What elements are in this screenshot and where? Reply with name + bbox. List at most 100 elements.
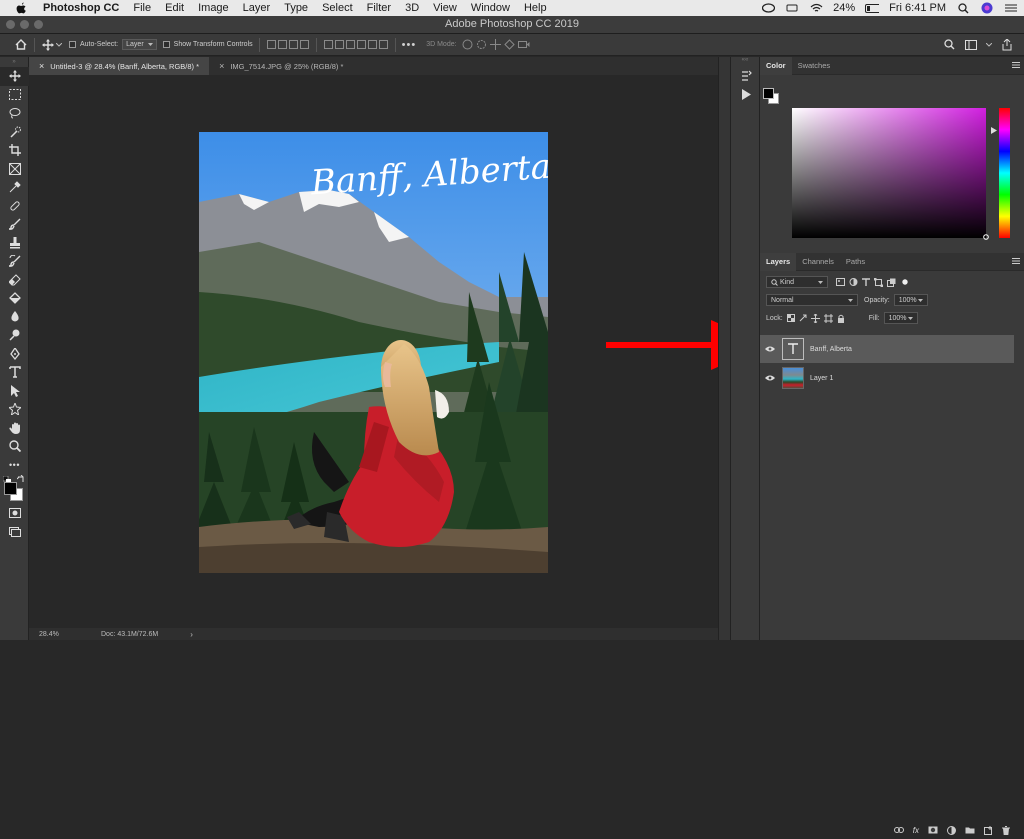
filter-toggle-icon[interactable] bbox=[902, 279, 908, 285]
lock-artboard-icon[interactable] bbox=[823, 313, 833, 323]
pen-tool-icon[interactable] bbox=[0, 345, 29, 364]
apple-icon[interactable] bbox=[14, 2, 28, 14]
menu-layer[interactable]: Layer bbox=[236, 0, 278, 16]
paint-bucket-tool-icon[interactable] bbox=[0, 289, 29, 308]
distribute-right-icon[interactable] bbox=[367, 40, 377, 49]
chevron-down-icon[interactable] bbox=[55, 38, 63, 52]
move-tool-icon[interactable] bbox=[0, 67, 29, 86]
auto-select-dropdown[interactable]: Layer bbox=[122, 39, 157, 50]
zoom-level[interactable]: 28.4% bbox=[39, 631, 79, 638]
brush-tool-icon[interactable] bbox=[0, 215, 29, 234]
menu-select[interactable]: Select bbox=[315, 0, 360, 16]
close-icon[interactable]: × bbox=[219, 61, 224, 71]
opacity-input[interactable]: 100% bbox=[893, 294, 928, 306]
adjustment-layer-icon[interactable] bbox=[947, 825, 956, 835]
quick-selection-tool-icon[interactable] bbox=[0, 123, 29, 142]
more-tools-icon[interactable]: ••• bbox=[0, 456, 29, 475]
lock-image-pixels-icon[interactable] bbox=[799, 314, 807, 322]
app-menu[interactable]: Photoshop CC bbox=[36, 0, 126, 16]
drive-icon[interactable] bbox=[785, 1, 799, 15]
hue-slider-marker-icon[interactable] bbox=[991, 127, 997, 134]
tab-untitled-3[interactable]: × Untitled-3 @ 28.4% (Banff, Alberta, RG… bbox=[29, 57, 210, 75]
marquee-tool-icon[interactable] bbox=[0, 86, 29, 105]
tab-paths[interactable]: Paths bbox=[840, 253, 871, 271]
menu-3d[interactable]: 3D bbox=[398, 0, 426, 16]
blur-tool-icon[interactable] bbox=[0, 308, 29, 327]
siri-icon[interactable] bbox=[980, 1, 994, 15]
close-icon[interactable]: × bbox=[39, 61, 44, 71]
distribute-horizontal-icon[interactable] bbox=[378, 40, 388, 49]
menu-view[interactable]: View bbox=[426, 0, 464, 16]
menu-window[interactable]: Window bbox=[464, 0, 517, 16]
hue-slider[interactable] bbox=[999, 108, 1010, 238]
link-layers-icon[interactable] bbox=[893, 827, 904, 833]
3d-roll-icon[interactable] bbox=[475, 38, 489, 52]
workspace-icon[interactable] bbox=[964, 38, 978, 52]
healing-brush-tool-icon[interactable] bbox=[0, 197, 29, 216]
zoom-tool-icon[interactable] bbox=[0, 437, 29, 456]
filter-type-icon[interactable] bbox=[862, 278, 870, 286]
delete-layer-icon[interactable] bbox=[1002, 825, 1010, 835]
battery-icon[interactable] bbox=[865, 1, 880, 15]
hand-tool-icon[interactable] bbox=[0, 419, 29, 438]
distribute-bottom-icon[interactable] bbox=[345, 40, 355, 49]
filter-kind-dropdown[interactable]: Kind bbox=[766, 276, 828, 288]
distribute-middle-icon[interactable] bbox=[334, 40, 344, 49]
new-group-icon[interactable] bbox=[965, 826, 975, 834]
history-brush-tool-icon[interactable] bbox=[0, 252, 29, 271]
tab-img-7514[interactable]: × IMG_7514.JPG @ 25% (RGB/8) * bbox=[209, 57, 353, 75]
new-layer-icon[interactable] bbox=[984, 825, 993, 835]
frame-tool-icon[interactable] bbox=[0, 160, 29, 179]
wifi-icon[interactable] bbox=[809, 1, 823, 15]
status-menu-arrow-icon[interactable]: › bbox=[190, 630, 193, 639]
tab-channels[interactable]: Channels bbox=[796, 253, 840, 271]
fx-icon[interactable]: fx bbox=[913, 826, 919, 835]
clone-stamp-tool-icon[interactable] bbox=[0, 234, 29, 253]
menu-help[interactable]: Help bbox=[517, 0, 554, 16]
distribute-left-icon[interactable] bbox=[356, 40, 366, 49]
lasso-tool-icon[interactable] bbox=[0, 104, 29, 123]
align-right-icon[interactable] bbox=[288, 40, 298, 49]
fill-input[interactable]: 100% bbox=[883, 312, 918, 324]
path-selection-tool-icon[interactable] bbox=[0, 382, 29, 401]
panel-grip-icon[interactable]: » bbox=[0, 57, 28, 67]
eye-icon[interactable] bbox=[760, 375, 780, 381]
add-mask-icon[interactable] bbox=[928, 826, 938, 834]
filter-adjustment-icon[interactable] bbox=[849, 278, 858, 286]
chevron-down-icon[interactable] bbox=[986, 38, 992, 52]
color-picker-field[interactable] bbox=[792, 108, 986, 238]
panel-menu-icon[interactable] bbox=[1012, 61, 1020, 69]
3d-pan-icon[interactable] bbox=[489, 38, 503, 52]
document-canvas[interactable]: Banff, Alberta bbox=[199, 132, 548, 573]
lock-position-icon[interactable] bbox=[810, 313, 820, 323]
share-icon[interactable] bbox=[1000, 38, 1014, 52]
tab-layers[interactable]: Layers bbox=[760, 252, 797, 271]
blend-mode-dropdown[interactable]: Normal bbox=[766, 294, 858, 306]
lock-transparent-pixels-icon[interactable] bbox=[786, 314, 795, 322]
vertical-scrollbar[interactable] bbox=[718, 57, 730, 640]
menu-type[interactable]: Type bbox=[277, 0, 315, 16]
search-icon[interactable] bbox=[942, 38, 956, 52]
menubar-clock[interactable]: Fri 6:41 PM bbox=[889, 2, 946, 14]
swap-colors-icon[interactable] bbox=[17, 475, 25, 483]
tab-swatches[interactable]: Swatches bbox=[792, 57, 837, 75]
menu-image[interactable]: Image bbox=[191, 0, 236, 16]
spotlight-search-icon[interactable] bbox=[956, 1, 970, 15]
type-tool-icon[interactable] bbox=[0, 363, 29, 382]
3d-orbit-icon[interactable] bbox=[461, 38, 475, 52]
align-left-icon[interactable] bbox=[266, 40, 276, 49]
actions-panel-icon[interactable] bbox=[731, 85, 761, 103]
align-center-icon[interactable] bbox=[277, 40, 287, 49]
dodge-tool-icon[interactable] bbox=[0, 326, 29, 345]
quick-mask-icon[interactable] bbox=[0, 504, 29, 523]
filter-shape-icon[interactable] bbox=[874, 277, 883, 287]
notification-center-icon[interactable] bbox=[1004, 1, 1018, 15]
menu-edit[interactable]: Edit bbox=[158, 0, 191, 16]
crop-tool-icon[interactable] bbox=[0, 141, 29, 160]
auto-select-checkbox[interactable] bbox=[69, 41, 76, 48]
dock-grip-icon[interactable]: «« bbox=[731, 57, 759, 67]
history-panel-icon[interactable] bbox=[731, 67, 761, 85]
3d-slide-icon[interactable] bbox=[503, 38, 517, 52]
filter-pixel-icon[interactable] bbox=[836, 278, 845, 286]
tab-color[interactable]: Color bbox=[760, 56, 792, 75]
